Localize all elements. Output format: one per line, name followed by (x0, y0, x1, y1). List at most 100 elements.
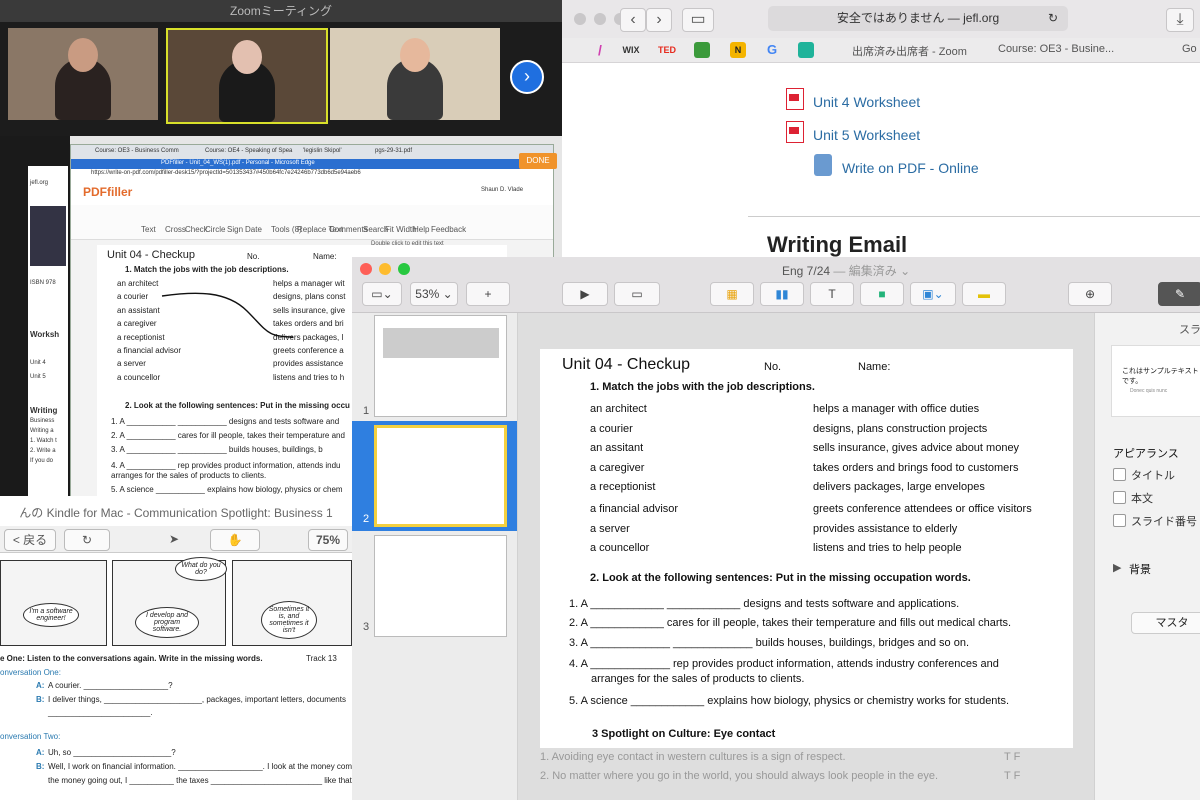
title-checkbox[interactable] (1113, 468, 1126, 481)
done-button[interactable]: DONE (519, 153, 557, 169)
edge-url[interactable]: https://write-on-pdf.com/pdfiller-desk15… (71, 169, 553, 179)
job-item: a receptionist (590, 481, 656, 494)
cross-tool[interactable]: Cross (165, 225, 186, 234)
tab-more[interactable]: Go (1182, 43, 1197, 55)
job-item: a financial advisor (117, 346, 182, 355)
divider (748, 216, 1200, 217)
pdffiller-toolbar: Text Cross Check Circle Sign Date Tools … (71, 205, 553, 240)
background-label[interactable]: 背景 (1129, 561, 1151, 577)
sync-icon[interactable]: ↻ (64, 529, 110, 551)
slide-thumbnail[interactable] (374, 315, 507, 417)
master-preview[interactable]: これはサンプルテキストです。 Donec quis nunc (1111, 345, 1200, 417)
view-icon[interactable]: ▭⌄ (362, 282, 402, 306)
tab-course[interactable]: Course: OE3 - Busine... (998, 43, 1114, 55)
text-tool[interactable]: Text (141, 225, 156, 234)
job-item: a courier (117, 292, 149, 302)
slide-canvas[interactable]: Unit 04 - Checkup No. Name: 1. Match the… (518, 313, 1094, 800)
address-text: 安全ではありません — jefl.org (836, 11, 1000, 25)
zoom-select[interactable]: 53% ⌄ (410, 282, 458, 306)
job-description: helps a manager with office duties (813, 403, 980, 415)
body-checkbox[interactable] (1113, 491, 1126, 504)
chart-icon[interactable]: ▮▮ (760, 282, 804, 306)
comment-icon[interactable]: ▬ (962, 282, 1006, 306)
add-slide-icon[interactable]: + (466, 282, 510, 306)
feedback-tool[interactable]: Feedback (431, 225, 466, 234)
inspector-tab[interactable]: スラ (1179, 321, 1200, 337)
checkbox-label: タイトル (1131, 470, 1175, 482)
back-button[interactable]: ‹ (620, 8, 646, 32)
minimize-dot[interactable] (594, 13, 606, 25)
job-description: designs, plans construction projects (813, 422, 988, 435)
tab-zoom[interactable]: 出席済み出席者 - Zoom (852, 43, 967, 59)
slide-sentence: 5. A science ____________ explains how b… (569, 695, 1010, 707)
video-tile-active[interactable] (166, 28, 328, 124)
slide-number-checkbox[interactable] (1113, 514, 1126, 527)
unit4-link[interactable]: Unit 4 Worksheet (813, 94, 920, 110)
speaker-a: A: (36, 748, 45, 757)
section-heading: Writing Email (767, 232, 908, 257)
hand-icon[interactable]: ✋ (210, 529, 260, 551)
slide-number: 3 (363, 621, 370, 633)
download-icon[interactable]: ⤓ (1166, 8, 1194, 32)
comic-panel: Sometimes it is, and sometimes it isn't (232, 560, 352, 646)
sidebar-icon[interactable]: ▭ (682, 8, 714, 32)
back-button[interactable]: < 戻る (4, 529, 56, 551)
notion-icon[interactable]: N (730, 42, 746, 58)
edge-tab[interactable]: Course: OE4 - Speaking of Spea (205, 148, 292, 154)
address-bar[interactable]: 安全ではありません — jefl.org ↻ (768, 6, 1068, 31)
table-icon[interactable]: ▦ (710, 282, 754, 306)
job-item: a caregiver (117, 319, 157, 329)
app-icon[interactable] (798, 42, 814, 58)
keynote-live-icon[interactable]: ▭ (614, 282, 660, 306)
slide-q3: 3 Spotlight on Culture: Eye contact (592, 728, 776, 740)
google-icon[interactable]: G (764, 42, 780, 58)
edge-tab[interactable]: Course: OE3 - Business Comm (95, 148, 179, 154)
video-tile[interactable] (8, 28, 158, 120)
shape-icon[interactable]: ■ (860, 282, 904, 306)
minimize-dot[interactable] (379, 263, 391, 275)
zoom-window: Zoomミーティング › (0, 0, 562, 136)
close-dot[interactable] (360, 263, 372, 275)
reload-icon[interactable]: ↻ (1048, 6, 1058, 31)
slide-thumbnail-selected[interactable] (374, 425, 507, 527)
text-icon[interactable]: T (810, 282, 854, 306)
doc-title: Unit 04 - Checkup (107, 249, 196, 261)
write-pdf-link[interactable]: Write on PDF - Online (842, 160, 979, 176)
collaborate-icon[interactable]: ⊕ (1068, 282, 1112, 306)
zoom-level[interactable]: 75% (308, 529, 348, 551)
format-icon[interactable]: ✎ (1158, 282, 1200, 306)
disclosure-icon[interactable]: ▶ (1113, 561, 1121, 574)
close-dot[interactable] (574, 13, 586, 25)
edge-tab[interactable]: 'legislin Skipol' (303, 148, 342, 154)
dialogue-line: A courier. ___________________? (48, 681, 173, 690)
slide-thumbnail[interactable] (374, 535, 507, 637)
next-page-icon[interactable]: › (510, 60, 544, 94)
ted-icon[interactable]: TED (656, 42, 678, 58)
edge-tab[interactable]: pgs-29-31.pdf (375, 148, 412, 154)
doc-q1: 1. Match the jobs with the job descripti… (125, 265, 289, 274)
help-tool[interactable]: Help (413, 225, 429, 234)
sign-tool[interactable]: Sign (227, 225, 243, 234)
slide[interactable]: Unit 04 - Checkup No. Name: 1. Match the… (540, 349, 1073, 748)
wix-icon[interactable]: WIX (620, 42, 642, 58)
zoom-dot[interactable] (398, 263, 410, 275)
unit5-link[interactable]: Unit 5 Worksheet (813, 127, 920, 143)
classroom-icon[interactable] (694, 42, 710, 58)
edge-titlebar: PDFfiller - Unit_04_WS(1).pdf - Personal… (71, 159, 553, 169)
date-tool[interactable]: Date (245, 225, 262, 234)
comments-tool[interactable]: Comments (329, 225, 368, 234)
pointer-icon[interactable]: ➤ (160, 529, 188, 549)
circle-tool[interactable]: Circle (205, 225, 225, 234)
forward-button[interactable]: › (646, 8, 672, 32)
fit-width-tool[interactable]: Fit Width (385, 225, 417, 234)
video-tile[interactable] (330, 28, 500, 120)
zoom-title: Zoomミーティング (0, 0, 562, 22)
user-label: Shaun D. Vlade (481, 187, 524, 193)
play-icon[interactable]: ▶ (562, 282, 608, 306)
media-icon[interactable]: ▣⌄ (910, 282, 956, 306)
pen-icon[interactable]: / (592, 42, 608, 58)
kindle-window: んの Kindle for Mac - Communication Spotli… (0, 496, 352, 800)
job-description: listens and tries to help people (813, 542, 962, 555)
edit-master-button[interactable]: マスタ (1131, 612, 1200, 634)
slide-sentence: 3. A _____________ _____________ builds … (569, 637, 970, 649)
